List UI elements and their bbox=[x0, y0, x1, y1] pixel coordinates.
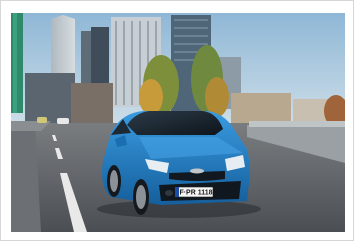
car-photo: F·PR 1118 bbox=[11, 13, 345, 232]
image-frame: F·PR 1118 bbox=[0, 0, 354, 241]
photo-canvas: F·PR 1118 bbox=[11, 13, 345, 232]
license-plate-text: F·PR 1118 bbox=[179, 190, 212, 197]
